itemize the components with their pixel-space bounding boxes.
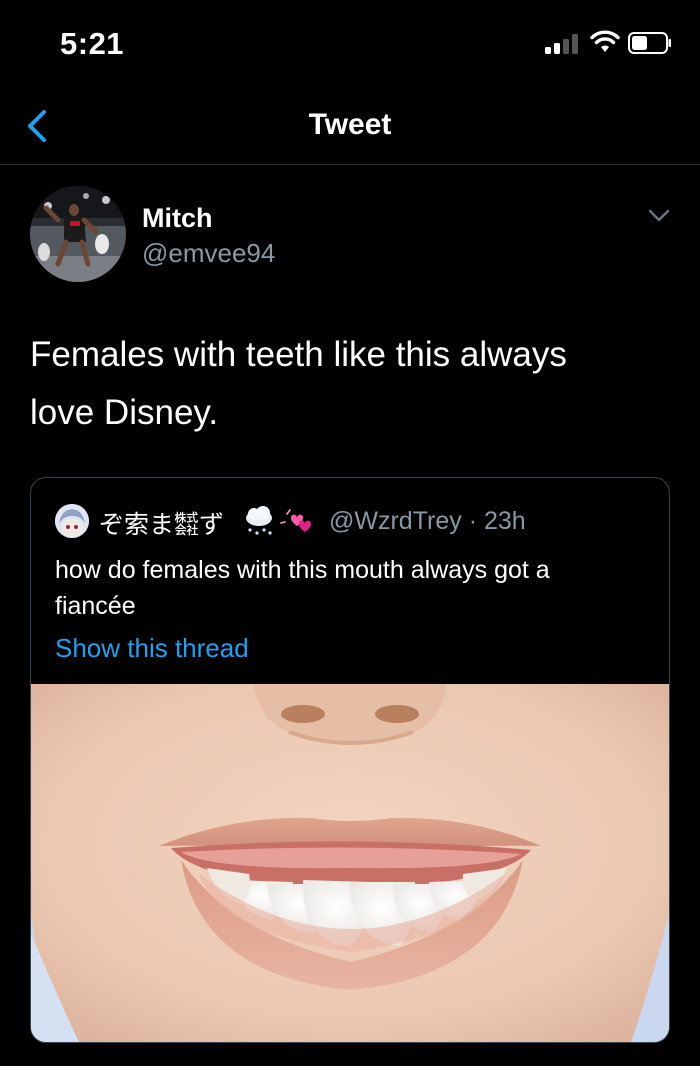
chevron-down-icon[interactable] — [647, 208, 671, 224]
show-thread-link[interactable]: Show this thread — [55, 633, 249, 664]
quote-author-avatar — [55, 504, 89, 538]
cellular-signal-icon — [545, 34, 581, 54]
tweet-text-line: love Disney. — [30, 393, 219, 432]
quote-text-line: fiancée — [55, 592, 136, 620]
quote-handle-time: @WzrdTrey · 23h — [329, 507, 526, 535]
status-time: 5:21 — [60, 26, 125, 61]
author-name[interactable]: Mitch — [142, 203, 213, 234]
author-avatar[interactable] — [30, 186, 126, 282]
smile-photo[interactable] — [31, 684, 669, 1042]
tweet-text-line: Females with teeth like this always — [30, 335, 567, 374]
quote-author-name: ぞ索ま㍿ず — [99, 511, 225, 539]
quoted-tweet-card[interactable]: ぞ索ま㍿ず @WzrdTrey · 23h how do females wit… — [30, 477, 670, 1043]
navigation-bar: Tweet — [0, 90, 700, 165]
battery-icon — [628, 32, 671, 54]
status-bar: 5:21 — [0, 0, 700, 90]
tweet-text: Females with teeth like this always love… — [30, 326, 670, 442]
wifi-icon — [590, 30, 620, 52]
author-handle[interactable]: @emvee94 — [142, 238, 275, 269]
page-title: Tweet — [308, 108, 392, 141]
cloud-snow-heart-emoji-icon — [246, 506, 311, 535]
quote-text: how do females with this mouth always go… — [55, 552, 645, 624]
quote-text-line: how do females with this mouth always go… — [55, 556, 550, 584]
